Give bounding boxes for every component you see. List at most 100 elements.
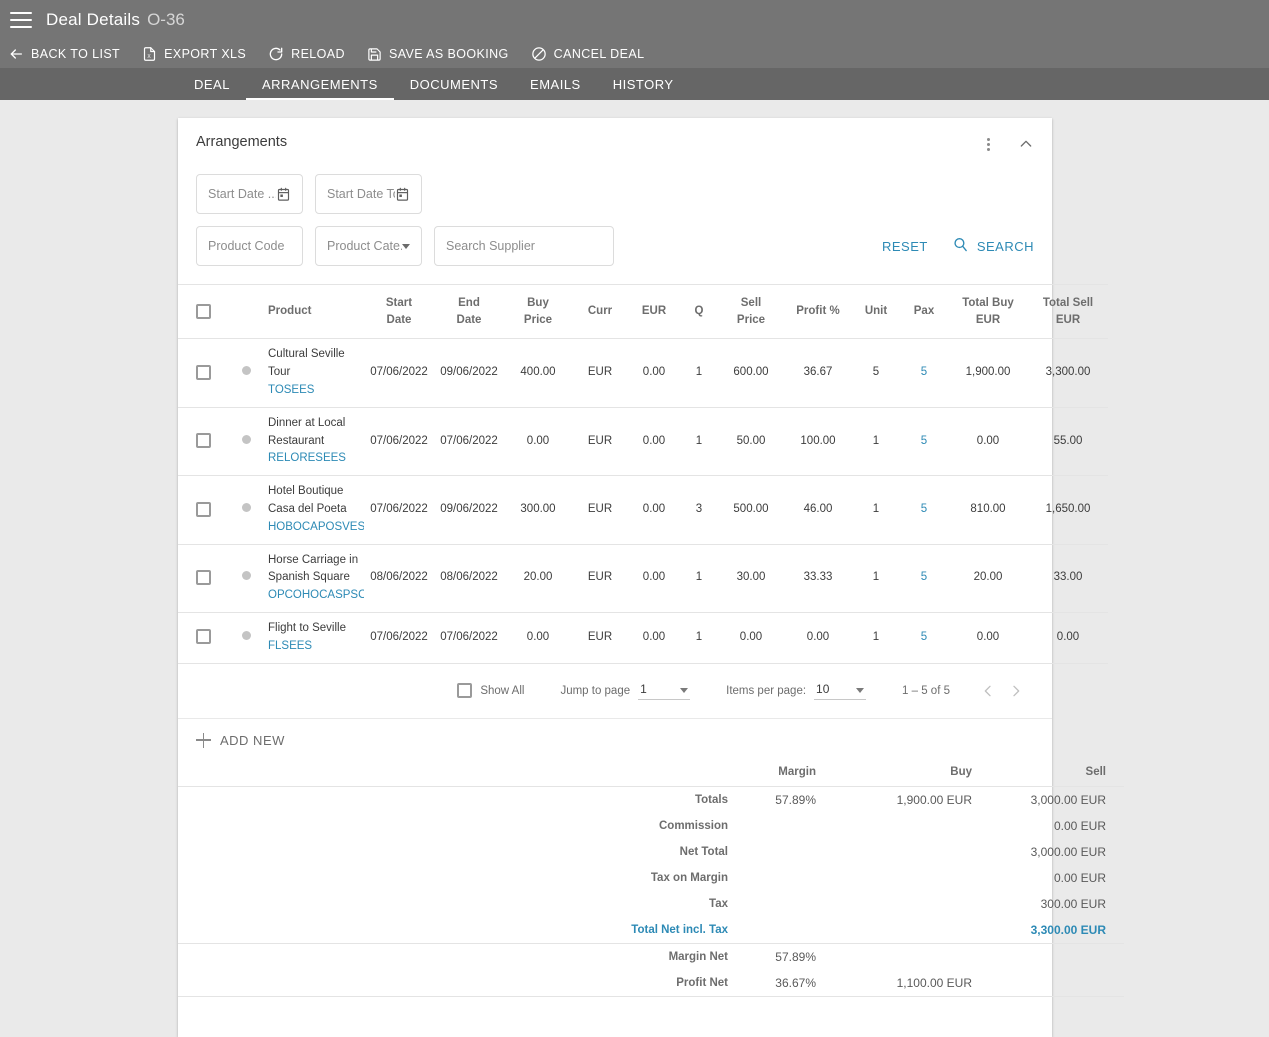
row-quantity: 1 (680, 612, 718, 664)
product-code-link[interactable]: HOBOCAPOSVES (268, 519, 364, 537)
row-eur: 0.00 (628, 407, 680, 477)
summary-margin: 57.89% (775, 949, 816, 964)
row-checkbox[interactable] (195, 364, 211, 380)
row-sell-price: 500.00 (718, 475, 784, 545)
table-row[interactable]: Dinner at Local Restaurant RELORESEES 07… (178, 407, 1108, 477)
row-end-date: 09/06/2022 (434, 475, 504, 545)
jump-to-page-select[interactable]: 1 (638, 682, 691, 700)
tab-emails[interactable]: EMAILS (514, 68, 597, 100)
card-footer (178, 997, 1052, 1037)
tab-documents-label: DOCUMENTS (409, 76, 499, 92)
sell-price-header-line2: Price (736, 313, 766, 326)
row-profit: 46.00 (784, 475, 852, 545)
summary-label: Profit Net (578, 969, 728, 997)
row-buy-price: 0.00 (504, 407, 572, 477)
start-date-to-field[interactable]: Start Date To (315, 174, 422, 214)
calendar-icon[interactable] (276, 187, 291, 202)
summary-spacer-cell (178, 813, 578, 839)
tab-deal[interactable]: DEAL (178, 68, 246, 100)
hamburger-menu-icon[interactable] (10, 12, 32, 28)
pax-link[interactable]: 5 (921, 571, 927, 583)
summary-spacer-cell (178, 969, 578, 997)
row-total-sell: 0.00 (1028, 612, 1108, 664)
calendar-icon[interactable] (395, 187, 410, 202)
reset-button[interactable]: RESET (882, 239, 928, 254)
pax-link[interactable]: 5 (921, 366, 927, 378)
product-code-link[interactable]: FLSEES (268, 638, 360, 656)
items-per-page-select[interactable]: 10 (814, 681, 867, 700)
row-currency: EUR (572, 612, 628, 664)
summary-sell-empty (986, 943, 1124, 970)
buy-price-header: Buy Price (504, 283, 572, 340)
summary-row-tax: Tax 300.00 EUR (178, 891, 1124, 917)
product-code-link[interactable]: RELORESEES (268, 450, 360, 468)
pax-link[interactable]: 5 (921, 503, 927, 515)
card-header-icons (980, 134, 1034, 152)
tab-documents[interactable]: DOCUMENTS (394, 68, 514, 100)
product-code-input[interactable]: Product Code (196, 226, 303, 266)
start-date-from-field[interactable]: Start Date ... (196, 174, 303, 214)
chevron-up-icon[interactable] (1018, 136, 1034, 152)
table-row[interactable]: Cultural Seville Tour TOSEES 07/06/2022 … (178, 338, 1108, 408)
items-per-page-value: 10 (816, 681, 830, 696)
reload-button[interactable]: RELOAD (268, 46, 345, 62)
row-profit: 33.33 (784, 544, 852, 614)
more-vert-icon[interactable] (980, 136, 996, 152)
row-total-sell: 3,300.00 (1028, 338, 1108, 408)
product-code-link[interactable]: OPCOHOCASPSO (268, 587, 364, 605)
eur-header: EUR (628, 283, 680, 340)
filters-panel: Start Date ... Start Date To Product Cod… (178, 152, 1052, 284)
buy-price-header-line1: Buy (527, 297, 549, 309)
table-row[interactable]: Hotel Boutique Casa del Poeta HOBOCAPOSV… (178, 475, 1108, 545)
row-checkbox[interactable] (195, 629, 211, 645)
previous-page-button[interactable] (974, 677, 1002, 705)
summary-label: Total Net incl. Tax (578, 916, 728, 944)
supplier-search-input[interactable]: Search Supplier (434, 226, 614, 266)
summary-buy: 1,900.00 EUR (830, 785, 986, 813)
row-checkbox[interactable] (195, 433, 211, 449)
table-head: Product Start Date End Date Buy Price Cu… (178, 283, 1108, 340)
pax-link[interactable]: 5 (921, 435, 927, 447)
start-date-from-placeholder: Start Date ... (208, 187, 276, 201)
export-xls-button[interactable]: X EXPORT XLS (142, 46, 246, 62)
summary-label: Margin Net (668, 950, 728, 963)
row-sell-price: 0.00 (718, 612, 784, 664)
cancel-deal-label: CANCEL DEAL (553, 47, 645, 61)
back-to-list-button[interactable]: BACK TO LIST (8, 46, 120, 62)
product-code-link[interactable]: TOSEES (268, 382, 360, 400)
add-new-button[interactable]: ADD NEW (178, 719, 1052, 762)
select-all-checkbox[interactable] (195, 303, 211, 319)
row-checkbox[interactable] (195, 501, 211, 517)
row-checkbox[interactable] (195, 569, 211, 585)
search-button[interactable]: SEARCH (952, 236, 1034, 256)
file-xls-icon: X (142, 46, 157, 62)
tab-history-label: HISTORY (612, 76, 674, 92)
summary-row-totals: Totals 57.89% 1,900.00 EUR 3,000.00 EUR (178, 785, 1124, 813)
deal-reference: O-36 (147, 10, 185, 29)
summary-buy (830, 813, 986, 839)
save-as-booking-button[interactable]: SAVE AS BOOKING (367, 47, 509, 62)
summary-row-commission: Commission 0.00 EUR (178, 813, 1124, 839)
row-select-cell (178, 544, 228, 614)
row-unit: 5 (852, 338, 900, 408)
show-all-checkbox[interactable] (457, 683, 473, 699)
cancel-deal-button[interactable]: CANCEL DEAL (531, 46, 645, 62)
table-row[interactable]: Flight to Seville FLSEES 07/06/2022 07/0… (178, 612, 1108, 664)
filter-actions: RESET SEARCH (882, 236, 1034, 256)
row-end-date: 07/06/2022 (434, 407, 504, 477)
tab-history[interactable]: HISTORY (597, 68, 690, 100)
unit-header: Unit (852, 283, 900, 340)
summary-sell: 3,000.00 EUR (986, 785, 1124, 813)
table-row[interactable]: Horse Carriage in Spanish Square OPCOHOC… (178, 544, 1108, 614)
range-group: 1 – 5 of 5 (902, 685, 950, 697)
row-start-date: 07/06/2022 (364, 612, 434, 664)
pax-header: Pax (900, 283, 948, 340)
summary-row-net-total: Net Total 3,000.00 EUR (178, 839, 1124, 865)
pax-link[interactable]: 5 (921, 631, 927, 643)
tab-arrangements[interactable]: ARRANGEMENTS (245, 68, 394, 100)
product-name: Dinner at Local Restaurant (268, 416, 346, 447)
row-unit: 1 (852, 544, 900, 614)
product-category-select[interactable]: Product Cate... (315, 226, 422, 266)
next-page-button[interactable] (1002, 677, 1030, 705)
summary-spacer-cell (178, 839, 578, 865)
